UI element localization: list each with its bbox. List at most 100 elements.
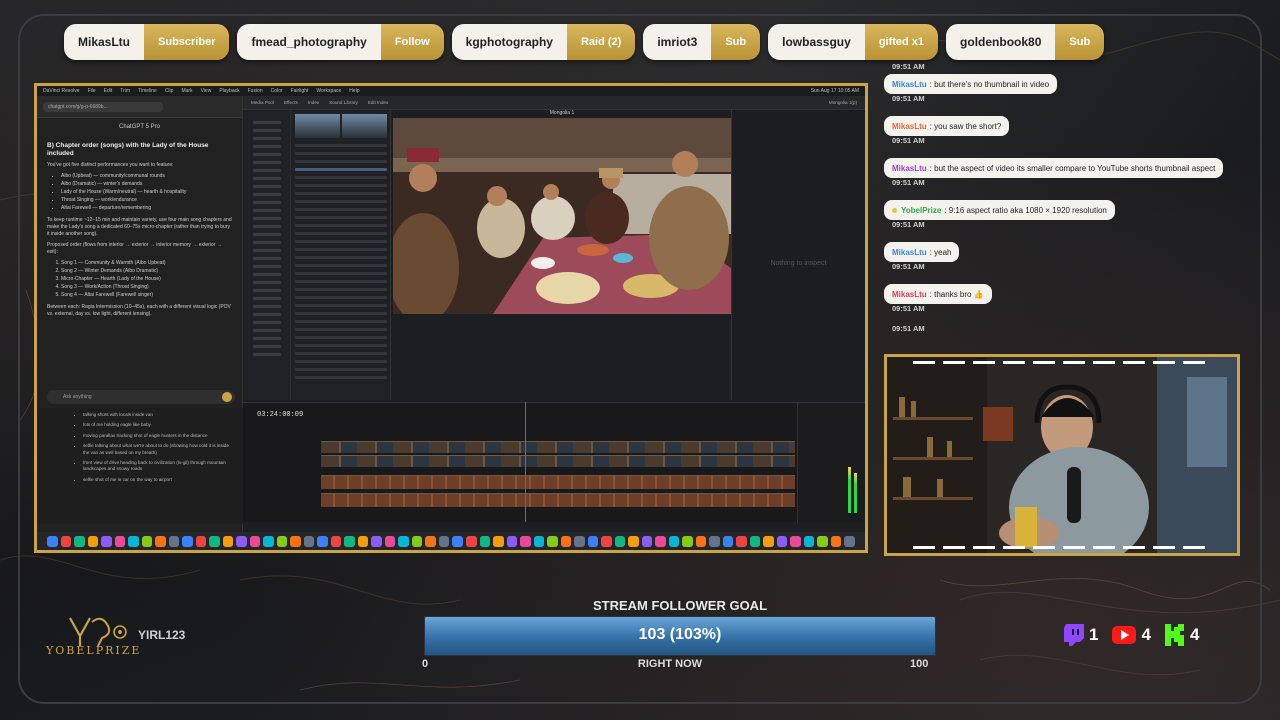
dock-app-icon[interactable]	[452, 535, 463, 547]
dock-app-icon[interactable]	[344, 535, 355, 547]
dock-app-icon[interactable]	[168, 535, 180, 547]
menubar-item[interactable]: Clip	[165, 88, 174, 94]
clip-row[interactable]	[295, 144, 387, 147]
bin-item[interactable]	[253, 145, 281, 148]
clip-row[interactable]	[295, 216, 387, 219]
dock-app-icon[interactable]	[668, 535, 680, 547]
dock-app-icon[interactable]	[547, 535, 558, 547]
dock-app-icon[interactable]	[803, 535, 815, 547]
clip-row[interactable]	[295, 288, 387, 291]
menubar-item[interactable]: Mark	[181, 88, 192, 94]
bin-item[interactable]	[253, 305, 281, 308]
bin-item[interactable]	[253, 217, 281, 220]
timeline-panel[interactable]: 03:24:00:09	[243, 402, 865, 523]
bin-item[interactable]	[253, 353, 281, 356]
clip-row[interactable]	[295, 168, 387, 171]
clip-row[interactable]	[295, 328, 387, 331]
menubar-item[interactable]: Color	[271, 88, 283, 94]
dock-app-icon[interactable]	[195, 535, 207, 547]
video-track-v2[interactable]	[321, 441, 795, 453]
clip-row[interactable]	[295, 256, 387, 259]
dock-app-icon[interactable]	[236, 535, 247, 547]
dock-app-icon[interactable]	[776, 535, 788, 547]
clip-row[interactable]	[295, 376, 387, 379]
bin-item[interactable]	[253, 329, 281, 332]
dock-app-icon[interactable]	[114, 535, 126, 547]
resolve-tab[interactable]: Edit Index	[368, 100, 388, 105]
clip-row[interactable]	[295, 240, 387, 243]
dock-app-icon[interactable]	[506, 535, 518, 547]
clip-row[interactable]	[295, 152, 387, 155]
clip-row[interactable]	[295, 184, 387, 187]
resolve-tab[interactable]: Index	[308, 100, 319, 105]
playhead[interactable]	[525, 402, 526, 522]
clip-row[interactable]	[295, 176, 387, 179]
menubar-item[interactable]: Fairlight	[291, 88, 309, 94]
dock-app-icon[interactable]	[411, 535, 423, 547]
audio-track-a1[interactable]	[321, 475, 795, 489]
dock-app-icon[interactable]	[493, 535, 504, 547]
dock-app-icon[interactable]	[655, 535, 666, 547]
bin-item[interactable]	[253, 225, 281, 228]
dock-app-icon[interactable]	[155, 535, 166, 547]
clip-row[interactable]	[295, 200, 387, 203]
bin-item[interactable]	[253, 129, 281, 132]
video-track-v1[interactable]	[321, 455, 795, 467]
clip-row[interactable]	[295, 224, 387, 227]
dock-app-icon[interactable]	[520, 535, 531, 547]
dock-app-icon[interactable]	[614, 535, 626, 547]
bin-item[interactable]	[253, 313, 281, 316]
bin-item[interactable]	[253, 153, 281, 156]
clip-row[interactable]	[295, 336, 387, 339]
dock-app-icon[interactable]	[263, 535, 274, 547]
bin-item[interactable]	[253, 249, 281, 252]
clip-row[interactable]	[295, 272, 387, 275]
dock-app-icon[interactable]	[303, 535, 315, 547]
dock-app-icon[interactable]	[628, 535, 639, 547]
clip-row[interactable]	[295, 312, 387, 315]
clip-row[interactable]	[295, 160, 387, 163]
bin-item[interactable]	[253, 297, 281, 300]
bin-item[interactable]	[253, 177, 281, 180]
bin-item[interactable]	[253, 201, 281, 204]
clip-row[interactable]	[295, 248, 387, 251]
dock-app-icon[interactable]	[844, 535, 855, 547]
bin-item[interactable]	[253, 169, 281, 172]
clip-thumbnails[interactable]	[295, 114, 387, 138]
audio-track-a2[interactable]	[321, 493, 795, 507]
dock-app-icon[interactable]	[533, 535, 545, 547]
menubar-item[interactable]: Trim	[120, 88, 130, 94]
clip-row[interactable]	[295, 192, 387, 195]
viewer-frame[interactable]	[393, 118, 731, 314]
bin-item[interactable]	[253, 257, 281, 260]
clip-row[interactable]	[295, 304, 387, 307]
dock-app-icon[interactable]	[47, 535, 58, 547]
clip-row[interactable]	[295, 320, 387, 323]
dock-app-icon[interactable]	[101, 535, 112, 547]
bin-item[interactable]	[253, 233, 281, 236]
bin-item[interactable]	[253, 289, 281, 292]
menubar-item[interactable]: Edit	[104, 88, 113, 94]
dock-app-icon[interactable]	[438, 535, 450, 547]
clip-row[interactable]	[295, 208, 387, 211]
menubar-item[interactable]: DaVinci Resolve	[43, 88, 80, 94]
bin-item[interactable]	[253, 265, 281, 268]
clip-row[interactable]	[295, 360, 387, 363]
dock-app-icon[interactable]	[641, 535, 653, 547]
dock-app-icon[interactable]	[587, 535, 599, 547]
dock-app-icon[interactable]	[425, 535, 436, 547]
bin-item[interactable]	[253, 337, 281, 340]
dock-app-icon[interactable]	[790, 535, 801, 547]
dock-app-icon[interactable]	[317, 535, 328, 547]
dock-app-icon[interactable]	[749, 535, 761, 547]
dock-app-icon[interactable]	[817, 535, 828, 547]
audio-mixer[interactable]	[797, 403, 865, 523]
ask-input[interactable]: Ask anything	[47, 390, 235, 404]
dock-app-icon[interactable]	[141, 535, 153, 547]
clip-row[interactable]	[295, 352, 387, 355]
dock-app-icon[interactable]	[87, 535, 99, 547]
dock-app-icon[interactable]	[709, 535, 720, 547]
bin-item[interactable]	[253, 273, 281, 276]
menubar-item[interactable]: Playback	[219, 88, 239, 94]
dock-app-icon[interactable]	[722, 535, 734, 547]
